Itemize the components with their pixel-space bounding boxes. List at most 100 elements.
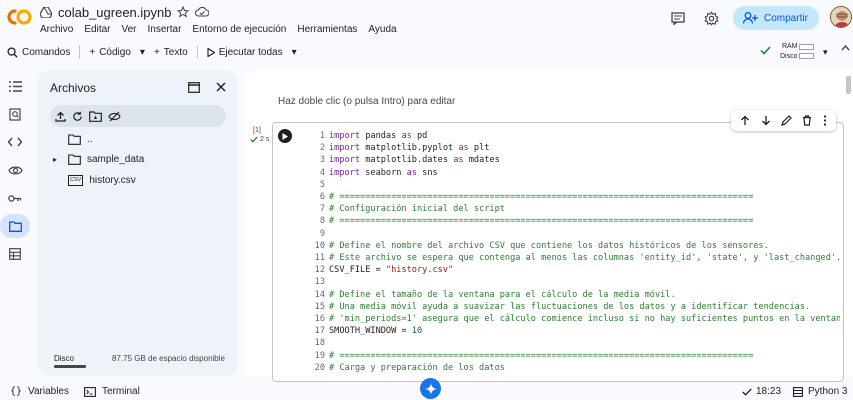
- share-button[interactable]: Compartir: [733, 6, 819, 30]
- code-line[interactable]: 12 CSV_FILE = "history.csv": [308, 264, 840, 276]
- refresh-icon[interactable]: [72, 111, 83, 122]
- comments-icon[interactable]: [669, 9, 687, 27]
- menu-insertar[interactable]: Insertar: [148, 24, 182, 35]
- variables-inspector-icon[interactable]: [0, 158, 30, 182]
- code-token: matplotlib.dates: [360, 155, 454, 166]
- code-line[interactable]: 14 # Define el tamaño de la ventana para …: [308, 289, 840, 301]
- resource-meters[interactable]: [799, 44, 814, 62]
- variables-tab[interactable]: {} Variables: [10, 386, 69, 397]
- run-all-dropdown[interactable]: ▾: [290, 41, 299, 63]
- code-line[interactable]: 6 # =====================================…: [308, 191, 840, 203]
- list-item-label: history.csv: [89, 174, 136, 186]
- data-table-icon[interactable]: [0, 242, 30, 266]
- mount-drive-icon[interactable]: [89, 110, 102, 122]
- run-all-label: Ejecutar todas: [218, 46, 283, 58]
- line-number: 4: [319, 167, 325, 178]
- caret-right-icon[interactable]: ▸: [53, 155, 62, 164]
- resources-labels[interactable]: RAM Disco: [780, 42, 798, 62]
- colab-logo[interactable]: [4, 6, 32, 28]
- code-token: # Define el nombre del archivo CSV que c…: [329, 240, 769, 251]
- code-token: # Una media móvil ayuda a suavizar las f…: [329, 301, 811, 312]
- code-token: "history.csv": [385, 265, 454, 276]
- run-all-button[interactable]: Ejecutar todas: [200, 41, 290, 63]
- code-line[interactable]: 8 # =====================================…: [308, 215, 840, 227]
- code-token: import: [329, 167, 361, 178]
- code-line[interactable]: 9: [308, 228, 840, 240]
- code-line[interactable]: 10 # Define el nombre del archivo CSV que…: [308, 240, 840, 252]
- delete-trash-icon[interactable]: [802, 115, 812, 126]
- runtime-type[interactable]: Python 3: [793, 386, 847, 397]
- menu-entorno[interactable]: Entorno de ejecución: [192, 24, 286, 35]
- move-up-icon[interactable]: [740, 115, 750, 126]
- code-line[interactable]: 1 import pandas as pd: [308, 130, 840, 142]
- toolbar-divider: [196, 45, 198, 59]
- files-folder-icon[interactable]: [0, 214, 30, 238]
- code-line[interactable]: 13: [308, 276, 840, 288]
- terminal-icon: [84, 386, 96, 397]
- settings-gear-icon[interactable]: [702, 9, 720, 27]
- code-line[interactable]: 16 # 'min_periods=1' asegura que el cálcu…: [308, 313, 840, 325]
- list-item[interactable]: ▸ sample_data: [53, 150, 144, 168]
- code-line[interactable]: 15 # Una media móvil ayuda a suavizar las…: [308, 301, 840, 313]
- line-number: 12: [314, 265, 325, 276]
- code-line[interactable]: 2 import matplotlib.pyplot as plt: [308, 142, 840, 154]
- line-number: 17: [314, 326, 325, 337]
- menu-archivo[interactable]: Archivo: [40, 24, 73, 35]
- toc-list-icon[interactable]: [0, 74, 30, 98]
- terminal-tab[interactable]: Terminal: [84, 386, 140, 397]
- code-line[interactable]: 18: [308, 337, 840, 349]
- code-snippets-icon[interactable]: [0, 130, 30, 154]
- code-token: as: [406, 167, 417, 178]
- add-code-dropdown[interactable]: ▾: [138, 41, 147, 63]
- toolbar-divider: [79, 45, 81, 59]
- scrollbar-thumb[interactable]: [846, 76, 851, 94]
- menu-ver[interactable]: Ver: [121, 24, 136, 35]
- markdown-cell-placeholder[interactable]: Haz doble clic (o pulsa Intro) para edit…: [278, 96, 455, 107]
- list-item[interactable]: ..: [68, 130, 93, 148]
- close-icon[interactable]: [216, 82, 226, 92]
- code-line[interactable]: 7 # Configuración inicial del script: [308, 203, 840, 215]
- edit-pen-icon[interactable]: [781, 115, 792, 126]
- hide-files-icon[interactable]: [108, 111, 121, 122]
- list-item[interactable]: CSV history.csv: [68, 171, 136, 189]
- files-panel-title: Archivos: [50, 81, 97, 95]
- code-line[interactable]: 17 SMOOTH_WINDOW = 10: [308, 325, 840, 337]
- line-number: 15: [314, 301, 325, 312]
- add-text-button[interactable]: + Texto: [147, 41, 195, 63]
- notebook-title[interactable]: colab_ugreen.ipynb: [58, 5, 171, 20]
- secrets-key-icon[interactable]: [0, 186, 30, 210]
- move-down-icon[interactable]: [761, 115, 771, 126]
- code-line[interactable]: 5: [308, 179, 840, 191]
- add-code-button[interactable]: + Código: [82, 41, 138, 63]
- code-line[interactable]: 11 # Este archivo se espera que contenga …: [308, 252, 840, 264]
- line-number: 16: [314, 314, 325, 325]
- terminal-label: Terminal: [102, 386, 140, 397]
- code-token: # ======================================…: [329, 192, 754, 203]
- user-avatar[interactable]: [830, 6, 852, 28]
- star-icon[interactable]: [177, 6, 190, 18]
- drive-icon: [40, 6, 52, 18]
- collapse-up-icon[interactable]: [841, 45, 850, 51]
- code-line[interactable]: 4 import seaborn as sns: [308, 167, 840, 179]
- cloud-saved-icon[interactable]: [195, 6, 210, 18]
- code-editor[interactable]: 1 import pandas as pd 2 import matplotlib.p…: [308, 130, 840, 374]
- open-in-tab-icon[interactable]: [188, 82, 200, 93]
- upload-icon[interactable]: [55, 111, 66, 122]
- code-line[interactable]: 3 import matplotlib.dates as mdates: [308, 154, 840, 166]
- find-replace-icon[interactable]: [0, 102, 30, 126]
- menu-ayuda[interactable]: Ayuda: [368, 24, 396, 35]
- line-number: 5: [319, 179, 325, 190]
- more-vert-icon[interactable]: [823, 115, 827, 126]
- run-cell-button[interactable]: [278, 129, 292, 143]
- menu-herramientas[interactable]: Herramientas: [297, 24, 357, 35]
- menu-editar[interactable]: Editar: [84, 24, 110, 35]
- gemini-sparkle-icon[interactable]: [420, 378, 441, 399]
- commands-button[interactable]: Comandos: [0, 41, 77, 63]
- code-token: seaborn: [360, 167, 407, 178]
- code-line[interactable]: 20 # Carga y preparación de los datos: [308, 362, 840, 374]
- menu-bar: Archivo Editar Ver Insertar Entorno de e…: [40, 24, 397, 35]
- line-number: 9: [319, 228, 325, 239]
- runtime-dropdown-icon[interactable]: ▾: [823, 47, 828, 58]
- last-run-status[interactable]: 18:23: [742, 386, 781, 397]
- code-line[interactable]: 19 # ====================================…: [308, 350, 840, 362]
